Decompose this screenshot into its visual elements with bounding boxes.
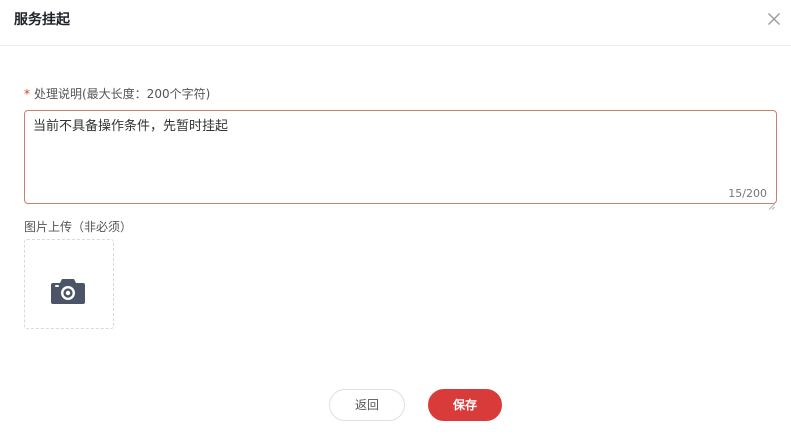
description-value[interactable]: 当前不具备操作条件，先暂时挂起 bbox=[33, 118, 228, 136]
suspend-service-dialog: 服务挂起 * 处理说明(最大长度：200个字符) 当前不具备操作条件，先暂时挂起 … bbox=[0, 0, 791, 437]
upload-label: 图片上传（非必须） bbox=[24, 220, 133, 234]
close-icon[interactable] bbox=[767, 12, 781, 26]
description-label-text: 处理说明(最大长度：200个字符) bbox=[34, 87, 211, 101]
required-mark: * bbox=[24, 87, 30, 101]
image-upload-box[interactable] bbox=[24, 239, 114, 329]
description-textarea[interactable]: 当前不具备操作条件，先暂时挂起 15/200 bbox=[24, 110, 777, 210]
camera-icon bbox=[50, 277, 86, 305]
save-button[interactable]: 保存 bbox=[428, 389, 502, 421]
dialog-header: 服务挂起 bbox=[0, 0, 791, 46]
char-counter: 15/200 bbox=[728, 187, 767, 200]
description-label: * 处理说明(最大长度：200个字符) bbox=[24, 86, 210, 102]
resize-handle-icon[interactable] bbox=[768, 195, 775, 210]
back-button[interactable]: 返回 bbox=[329, 389, 405, 421]
dialog-title: 服务挂起 bbox=[14, 12, 70, 28]
